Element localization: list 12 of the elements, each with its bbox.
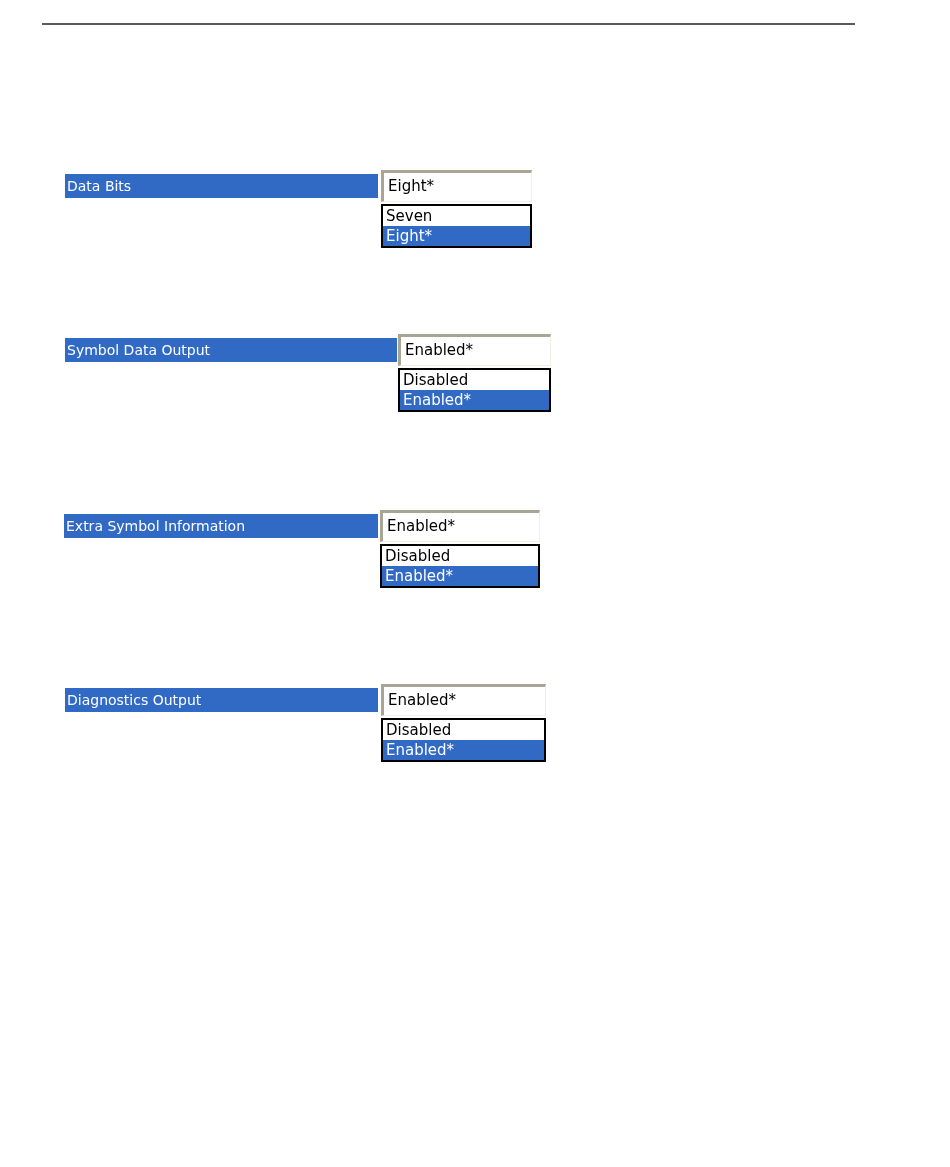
- dropdown-field[interactable]: Enabled*: [381, 684, 546, 716]
- dropdown-field[interactable]: Eight*: [381, 170, 532, 202]
- dropdown-field[interactable]: Enabled*: [380, 510, 540, 542]
- dropdown-option[interactable]: Enabled*: [382, 566, 538, 586]
- dropdown-option[interactable]: Enabled*: [400, 390, 549, 410]
- setting-label: Diagnostics Output: [65, 688, 378, 712]
- setting-label: Extra Symbol Information: [64, 514, 378, 538]
- dropdown-option[interactable]: Eight*: [383, 226, 530, 246]
- setting-label: Symbol Data Output: [65, 338, 397, 362]
- dropdown-option[interactable]: Enabled*: [383, 740, 544, 760]
- dropdown-field[interactable]: Enabled*: [398, 334, 551, 366]
- setting-label: Data Bits: [65, 174, 378, 198]
